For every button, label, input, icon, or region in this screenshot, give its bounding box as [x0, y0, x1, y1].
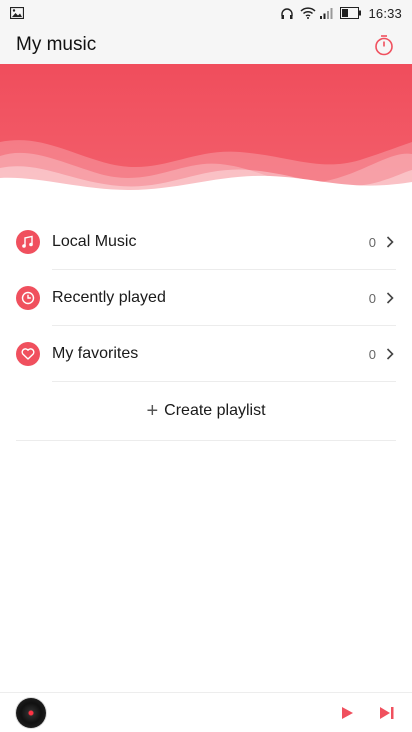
signal-icon: [320, 7, 334, 19]
heart-icon: [16, 342, 40, 366]
list-item-count: 0: [368, 346, 376, 362]
page-title: My music: [16, 34, 97, 55]
app-bar: My music: [0, 26, 412, 64]
battery-icon: [340, 7, 362, 19]
list-item-count: 0: [368, 290, 376, 306]
library-list: Local Music 0 Recently played 0 My favor…: [0, 214, 412, 441]
clock-icon: [16, 286, 40, 310]
header-wave-banner: [0, 64, 412, 196]
music-note-icon: [16, 230, 40, 254]
skip-next-icon[interactable]: [378, 704, 396, 722]
list-item-recently-played[interactable]: Recently played 0: [0, 270, 412, 326]
image-icon: [9, 6, 25, 20]
list-item-count: 0: [368, 234, 376, 250]
list-item-my-favorites[interactable]: My favorites 0: [0, 326, 412, 382]
play-icon[interactable]: [338, 704, 356, 722]
status-time: 16:33: [368, 5, 402, 21]
list-item-label: Local Music: [52, 233, 137, 250]
album-art-disc[interactable]: [16, 697, 46, 728]
chevron-right-icon: [386, 291, 396, 305]
status-bar: 16:33: [0, 0, 412, 26]
headset-alarm-icon: [280, 7, 294, 19]
create-playlist-label: Create playlist: [164, 402, 266, 419]
wifi-icon: [300, 7, 316, 19]
timer-icon[interactable]: [372, 33, 396, 57]
list-item-label: My favorites: [52, 345, 139, 362]
divider: [16, 440, 396, 441]
screen: 16:33 My music Local Music 0 Recently pl…: [0, 0, 412, 732]
list-item-local-music[interactable]: Local Music 0: [0, 214, 412, 270]
chevron-right-icon: [386, 235, 396, 249]
chevron-right-icon: [386, 347, 396, 361]
plus-icon: +: [146, 400, 159, 422]
create-playlist-button[interactable]: + Create playlist: [0, 382, 412, 440]
mini-player: [0, 692, 412, 732]
list-item-label: Recently played: [52, 289, 166, 306]
